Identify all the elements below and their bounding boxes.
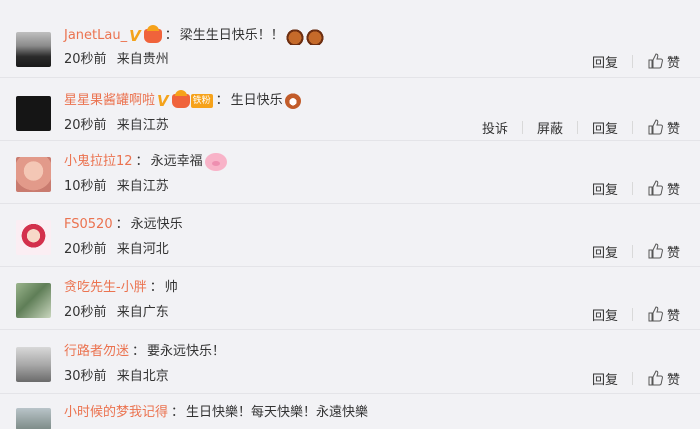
block-button[interactable]: 屏蔽 [537, 118, 563, 137]
comment-text: 要永远快乐！ [147, 344, 226, 359]
comment-location: 来自江苏 [116, 179, 169, 194]
username[interactable]: 小鬼拉拉12 [64, 153, 133, 171]
avatar[interactable] [16, 283, 51, 318]
avatar[interactable] [16, 347, 51, 382]
comment-location: 来自河北 [116, 242, 169, 257]
divider [631, 307, 633, 321]
comment-item: 小鬼拉拉12 ： 永远幸福 10秒前 来自江苏 回复 赞 [0, 140, 700, 203]
comment-time: 10秒前 [64, 179, 107, 194]
comment-text: 帅 [164, 280, 178, 295]
v-badge-icon: V [129, 27, 141, 45]
divider [631, 120, 633, 134]
thumbs-up-icon [648, 306, 663, 322]
avatar[interactable] [16, 408, 51, 429]
comment-item: JanetLau_ V ： 梁生生日快乐！！ 20秒前 来自贵州 回复 赞 [0, 14, 700, 77]
comment-text: 永远快乐 [130, 217, 183, 232]
username[interactable]: 星星果酱罐啊啦 [64, 92, 155, 110]
username[interactable]: 行路者勿迷 [64, 343, 129, 361]
comment-item: FS0520 ： 永远快乐 20秒前 来自河北 回复 赞 [0, 203, 700, 266]
like-label: 赞 [666, 372, 680, 388]
separator: ： [171, 405, 185, 420]
comment-time: 20秒前 [64, 52, 107, 67]
like-label: 赞 [666, 245, 680, 261]
separator: ： [132, 344, 146, 359]
username[interactable]: 小时候的梦我记得 [64, 404, 168, 422]
comment-text: 永远幸福 [150, 154, 203, 169]
comment-item: 星星果酱罐啊啦 V 铁粉 ： 生日快乐 20秒前 来自江苏 投诉 屏蔽 回复 赞 [0, 77, 700, 140]
avatar[interactable] [16, 96, 51, 131]
comment-text: 生日快樂！每天快樂！永遠快樂 [186, 405, 369, 420]
avatar[interactable] [16, 220, 51, 255]
cake-emoji-icon [285, 27, 304, 45]
comment-location: 来自江苏 [116, 118, 169, 133]
avatar[interactable] [16, 157, 51, 192]
comment-time: 20秒前 [64, 242, 107, 257]
username[interactable]: JanetLau_ [64, 27, 127, 45]
reply-button[interactable]: 回复 [592, 118, 618, 137]
username[interactable]: FS0520 [64, 216, 113, 234]
reply-button[interactable]: 回复 [592, 305, 618, 324]
like-button[interactable]: 赞 [647, 118, 680, 137]
fan-badge: 铁粉 [190, 94, 213, 108]
comment-location: 来自广东 [116, 305, 169, 320]
comment-time: 20秒前 [64, 118, 107, 133]
comment-location: 来自贵州 [116, 52, 169, 67]
pig-emoji-icon [204, 153, 227, 171]
thumbs-up-icon [648, 180, 663, 196]
comment-time: 30秒前 [64, 369, 107, 384]
v-badge-icon: V [157, 92, 169, 110]
like-label: 赞 [666, 55, 680, 71]
cake-emoji-icon [305, 27, 324, 45]
like-button[interactable]: 赞 [647, 305, 680, 324]
separator: ： [115, 217, 129, 232]
comment-item: 行路者勿迷 ： 要永远快乐！ 30秒前 来自北京 回复 赞 [0, 329, 700, 392]
separator: ： [164, 28, 178, 43]
like-label: 赞 [666, 308, 680, 324]
divider [631, 54, 633, 68]
bear-emoji-icon [284, 93, 301, 109]
report-button[interactable]: 投诉 [482, 118, 508, 137]
divider [521, 120, 523, 134]
comment-text: 梁生生日快乐！！ [179, 28, 284, 43]
divider [576, 120, 578, 134]
comment-item: 贪吃先生-小胖 ： 帅 20秒前 来自广东 回复 赞 [0, 266, 700, 329]
separator: ： [135, 154, 149, 169]
comment-text: 生日快乐 [230, 93, 283, 108]
thumbs-up-icon [648, 243, 663, 259]
thumbs-up-icon [648, 53, 663, 69]
comment-list: JanetLau_ V ： 梁生生日快乐！！ 20秒前 来自贵州 回复 赞 星星… [0, 0, 700, 429]
like-button[interactable]: 赞 [647, 179, 680, 198]
like-label: 赞 [666, 182, 680, 198]
like-button[interactable]: 赞 [647, 52, 680, 71]
separator: ： [149, 280, 163, 295]
comment-location: 来自北京 [116, 369, 169, 384]
comment-item: 小时候的梦我记得 ： 生日快樂！每天快樂！永遠快樂 [0, 393, 700, 429]
reply-button[interactable]: 回复 [592, 179, 618, 198]
reply-button[interactable]: 回复 [592, 242, 618, 261]
avatar[interactable] [16, 32, 51, 67]
like-button[interactable]: 赞 [647, 242, 680, 261]
thumbs-up-icon [648, 370, 663, 386]
divider [631, 181, 633, 195]
username[interactable]: 贪吃先生-小胖 [64, 279, 147, 297]
reply-button[interactable]: 回复 [592, 369, 618, 388]
crown-badge-icon [143, 25, 162, 43]
like-label: 赞 [666, 121, 680, 137]
separator: ： [215, 93, 229, 108]
crown-badge-icon [171, 90, 190, 108]
like-button[interactable]: 赞 [647, 369, 680, 388]
comment-time: 20秒前 [64, 305, 107, 320]
thumbs-up-icon [648, 119, 663, 135]
divider [631, 244, 633, 258]
divider [631, 371, 633, 385]
reply-button[interactable]: 回复 [592, 52, 618, 71]
